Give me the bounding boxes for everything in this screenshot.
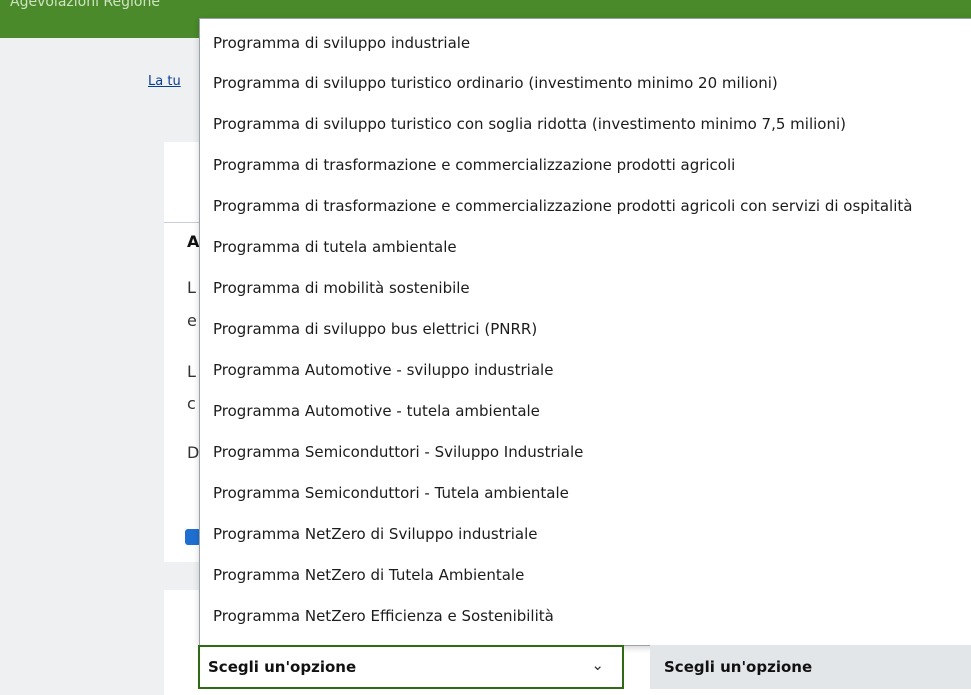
program-options-list[interactable]: Programma di sviluppo industriale Progra… [199, 18, 971, 646]
option-item[interactable]: Programma Semiconduttori - Sviluppo Indu… [200, 432, 971, 473]
option-item[interactable]: Programma di sviluppo turistico ordinari… [200, 63, 971, 104]
option-item[interactable]: Programma NetZero Efficienza e Sostenibi… [200, 596, 971, 637]
link-fragment[interactable]: La tu [148, 74, 200, 89]
option-item[interactable]: Programma Automotive - tutela ambientale [200, 391, 971, 432]
secondary-select[interactable]: Scegli un'opzione [650, 645, 971, 689]
option-item[interactable]: Programma di trasformazione e commercial… [200, 145, 971, 186]
option-item[interactable]: Programma Automotive - sviluppo industri… [200, 350, 971, 391]
option-item[interactable]: Programma di sviluppo turistico con sogl… [200, 104, 971, 145]
option-item[interactable]: Programma NetZero di Tutela Ambientale [200, 555, 971, 596]
option-item[interactable]: Programma di tutela ambientale [200, 227, 971, 268]
option-item[interactable]: Programma di sviluppo bus elettrici (PNR… [200, 309, 971, 350]
content-card [164, 142, 204, 562]
option-item[interactable]: Programma di mobilità sostenibile [200, 268, 971, 309]
chevron-down-icon: ⌄ [591, 656, 604, 674]
option-item[interactable]: Programma NetZero di Sviluppo industrial… [200, 514, 971, 555]
card-divider [164, 222, 204, 223]
secondary-select-value: Scegli un'opzione [664, 658, 813, 676]
program-select[interactable]: Scegli un'opzione ⌄ [198, 645, 624, 689]
program-select-value: Scegli un'opzione [208, 658, 357, 676]
option-item[interactable]: Programma di sviluppo industriale [200, 19, 971, 63]
option-item[interactable]: Programma Semiconduttori - Tutela ambien… [200, 473, 971, 514]
header-title: Agevolazioni Regione [10, 0, 160, 10]
option-item[interactable]: Programma di trasformazione e commercial… [200, 186, 971, 227]
